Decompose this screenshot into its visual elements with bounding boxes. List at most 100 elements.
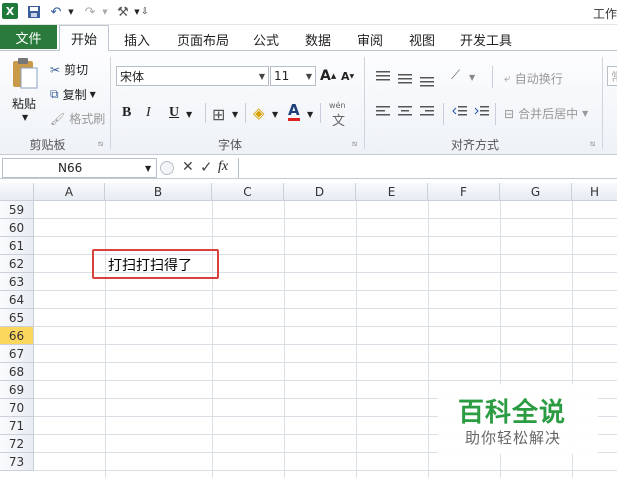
shrink-font-icon[interactable]: A ▼ <box>341 70 354 83</box>
tab-insert[interactable]: 插入 <box>124 30 150 49</box>
borders-icon[interactable]: ⊞ <box>212 105 225 124</box>
borders-dropdown-icon[interactable]: ▼ <box>232 110 238 119</box>
align-top-icon[interactable] <box>375 69 391 86</box>
copy-dropdown-icon[interactable]: ▼ <box>90 90 96 99</box>
phonetic-char-icon: 文 <box>332 114 346 129</box>
column-header-g[interactable]: G <box>500 183 572 201</box>
orientation-dropdown-icon[interactable]: ▼ <box>469 73 475 82</box>
redo-dropdown-icon[interactable]: ▼ <box>100 3 110 21</box>
tab-view[interactable]: 视图 <box>409 30 435 49</box>
select-all-corner[interactable] <box>0 183 34 201</box>
merge-center-button[interactable]: ⊟ 合并后居中 ▼ <box>504 105 588 122</box>
tab-review[interactable]: 审阅 <box>357 30 383 49</box>
increase-indent-icon[interactable] <box>474 104 490 121</box>
tools-icon[interactable]: ⚒ <box>114 3 132 21</box>
column-header-h[interactable]: H <box>572 183 617 201</box>
watermark-slogan: 助你轻松解决 <box>465 429 562 447</box>
row-header-71[interactable]: 71 <box>0 417 34 435</box>
undo-dropdown-icon[interactable]: ▼ <box>66 3 76 21</box>
column-header-a[interactable]: A <box>34 183 105 201</box>
orientation-icon[interactable]: ⟋ <box>451 68 460 83</box>
merge-dropdown-icon[interactable]: ▼ <box>582 109 588 118</box>
underline-button[interactable]: U <box>169 105 179 121</box>
formula-input[interactable] <box>238 158 617 178</box>
number-format-combo[interactable]: 常 <box>607 66 617 86</box>
row-header-61[interactable]: 61 <box>0 237 34 255</box>
font-color-dropdown-icon[interactable]: ▼ <box>307 110 313 119</box>
column-header-c[interactable]: C <box>212 183 284 201</box>
formula-bar: N66 ▼ ✕ ✓ fx <box>0 157 617 179</box>
divider <box>492 66 493 88</box>
divider <box>364 57 365 149</box>
paste-dropdown-icon[interactable]: ▼ <box>22 113 28 122</box>
tab-page-layout[interactable]: 页面布局 <box>177 30 229 49</box>
bold-button[interactable]: B <box>122 105 131 121</box>
paste-icon[interactable] <box>10 57 40 91</box>
alignment-launcher-icon[interactable]: ⧅ <box>590 139 595 149</box>
row-header-68[interactable]: 68 <box>0 363 34 381</box>
cancel-icon[interactable]: ✕ <box>182 159 194 175</box>
row-header-63[interactable]: 63 <box>0 273 34 291</box>
align-left-icon[interactable] <box>375 104 391 121</box>
row-header-72[interactable]: 72 <box>0 435 34 453</box>
decrease-indent-icon[interactable] <box>452 104 468 121</box>
tab-file[interactable]: 文件 <box>0 25 57 49</box>
divider <box>443 103 444 125</box>
tab-data[interactable]: 数据 <box>305 30 331 49</box>
chevron-down-icon[interactable]: ▼ <box>145 164 151 173</box>
column-header-b[interactable]: B <box>105 183 212 201</box>
excel-logo-icon: X <box>2 3 18 19</box>
tab-formulas[interactable]: 公式 <box>253 30 279 49</box>
row-header-62[interactable]: 62 <box>0 255 34 273</box>
row-header-70[interactable]: 70 <box>0 399 34 417</box>
row-header-66[interactable]: 66 <box>0 327 34 345</box>
enter-icon[interactable]: ✓ <box>200 158 213 176</box>
row-header-69[interactable]: 69 <box>0 381 34 399</box>
align-right-icon[interactable] <box>419 104 435 121</box>
underline-dropdown-icon[interactable]: ▼ <box>186 110 192 119</box>
copy-icon: ⧉ <box>50 87 59 101</box>
row-header-60[interactable]: 60 <box>0 219 34 237</box>
clipboard-launcher-icon[interactable]: ⧅ <box>98 139 103 149</box>
redo-icon[interactable]: ↷ <box>82 3 98 21</box>
tab-home[interactable]: 开始 <box>59 25 109 51</box>
italic-button[interactable]: I <box>146 105 151 121</box>
ribbon-tabs: 文件 开始 插入 页面布局 公式 数据 审阅 视图 开发工具 <box>0 25 617 51</box>
format-painter-button[interactable]: 🖌 格式刷 <box>50 110 105 127</box>
phonetic-icon[interactable]: wén <box>329 101 346 110</box>
name-box[interactable]: N66 <box>2 158 157 178</box>
fill-color-icon[interactable]: ◈ <box>253 104 265 122</box>
undo-icon[interactable]: ↶ <box>48 3 64 21</box>
customize-icon[interactable]: ⇩ <box>140 3 150 21</box>
gridline <box>105 201 106 478</box>
font-size-combo[interactable]: 11 ▼ <box>270 66 316 86</box>
row-header-67[interactable]: 67 <box>0 345 34 363</box>
font-name-combo[interactable]: 宋体 ▼ <box>116 66 269 86</box>
grow-font-icon[interactable]: A ▲ <box>320 68 336 84</box>
gridline <box>34 362 617 363</box>
save-icon[interactable] <box>26 3 42 21</box>
row-header-64[interactable]: 64 <box>0 291 34 309</box>
column-header-f[interactable]: F <box>428 183 500 201</box>
row-header-73[interactable]: 73 <box>0 453 34 471</box>
column-header-d[interactable]: D <box>284 183 356 201</box>
fill-color-dropdown-icon[interactable]: ▼ <box>272 110 278 119</box>
column-header-e[interactable]: E <box>356 183 428 201</box>
cut-button[interactable]: ✂ 剪切 <box>50 61 88 78</box>
align-center-icon[interactable] <box>397 104 413 121</box>
wrap-text-button[interactable]: ⤶ 自动换行 <box>504 70 563 87</box>
divider <box>110 57 111 149</box>
font-launcher-icon[interactable]: ⧅ <box>352 139 357 149</box>
expand-icon[interactable] <box>160 161 174 175</box>
copy-button[interactable]: ⧉ 复制 ▼ <box>50 86 96 103</box>
paste-button[interactable]: 粘贴 <box>12 95 36 112</box>
font-color-icon[interactable]: A <box>288 102 300 121</box>
tab-developer[interactable]: 开发工具 <box>460 30 512 49</box>
align-middle-icon[interactable] <box>397 71 413 88</box>
font-group-label: 字体 <box>217 138 242 152</box>
align-bottom-icon[interactable] <box>419 73 435 90</box>
insert-function-button[interactable]: fx <box>218 159 228 175</box>
row-header-65[interactable]: 65 <box>0 309 34 327</box>
brush-icon: 🖌 <box>50 111 66 126</box>
row-header-59[interactable]: 59 <box>0 201 34 219</box>
